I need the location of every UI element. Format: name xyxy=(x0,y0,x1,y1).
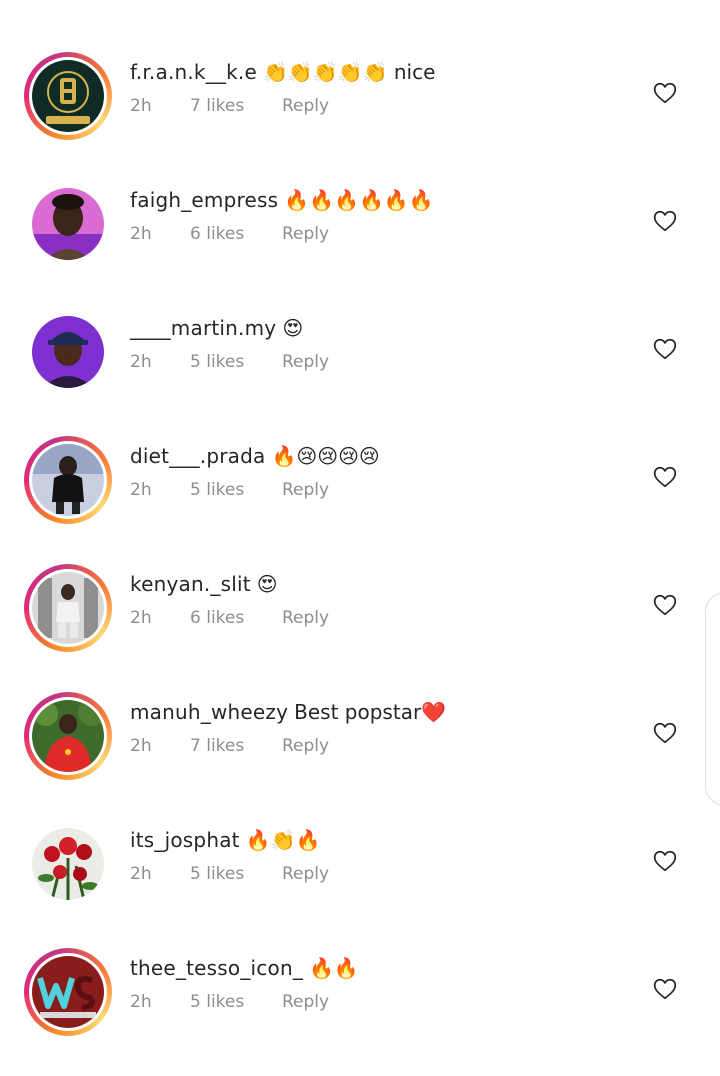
comment-time: 2h xyxy=(130,480,152,500)
comment-username[interactable]: its_josphat xyxy=(130,828,240,852)
person-avatar-image xyxy=(32,444,104,516)
reply-button[interactable]: Reply xyxy=(282,350,329,374)
reply-button[interactable]: Reply xyxy=(282,606,329,630)
reply-button[interactable]: Reply xyxy=(282,222,329,246)
heart-outline-icon[interactable] xyxy=(652,208,678,234)
ws-logo-avatar-image xyxy=(32,956,104,1028)
comment-item: kenyan._slit 😍 2h 6 likes Reply xyxy=(0,564,720,692)
comment-item: ____martin.my 😍 2h 5 likes Reply xyxy=(0,308,720,436)
heart-outline-icon[interactable] xyxy=(652,464,678,490)
avatar[interactable] xyxy=(24,436,112,524)
heart-outline-icon[interactable] xyxy=(652,848,678,874)
reply-button[interactable]: Reply xyxy=(282,734,329,758)
edge-panel-handle[interactable] xyxy=(705,592,720,806)
comment-username[interactable]: faigh_empress xyxy=(130,188,278,212)
comment-time: 2h xyxy=(130,864,152,884)
avatar[interactable] xyxy=(24,308,112,396)
comment-username[interactable]: f.r.a.n.k__k.e xyxy=(130,60,257,84)
comment-username[interactable]: manuh_wheezy xyxy=(130,700,288,724)
avatar[interactable] xyxy=(24,948,112,1036)
comment-item: f.r.a.n.k__k.e 👏👏👏👏👏 nice 2h 7 likes Reply xyxy=(0,52,720,180)
comment-likes[interactable]: 7 likes xyxy=(190,94,282,118)
avatar[interactable] xyxy=(24,52,112,140)
comment-likes[interactable]: 5 likes xyxy=(190,350,282,374)
reply-button[interactable]: Reply xyxy=(282,94,329,118)
avatar[interactable] xyxy=(24,820,112,908)
avatar[interactable] xyxy=(24,692,112,780)
person-avatar-image xyxy=(32,572,104,644)
person-avatar-image xyxy=(32,188,104,260)
comment-likes[interactable]: 6 likes xyxy=(190,222,282,246)
comment-text: 🔥😢😢😢😢 xyxy=(271,444,380,468)
comment-text: 😍 xyxy=(282,316,304,340)
comment-time: 2h xyxy=(130,736,152,756)
comment-time: 2h xyxy=(130,224,152,244)
comment-item: manuh_wheezy Best popstar❤️ 2h 7 likes Repl… xyxy=(0,692,720,820)
comment-time: 2h xyxy=(130,352,152,372)
comment-time: 2h xyxy=(130,96,152,116)
heart-outline-icon[interactable] xyxy=(652,592,678,618)
comment-text: Best popstar❤️ xyxy=(294,700,447,724)
comment-text: 🔥🔥 xyxy=(309,956,359,980)
comment-username[interactable]: diet___.prada xyxy=(130,444,265,468)
comment-time: 2h xyxy=(130,992,152,1012)
comment-likes[interactable]: 7 likes xyxy=(190,734,282,758)
comment-username[interactable]: ____martin.my xyxy=(130,316,276,340)
avatar[interactable] xyxy=(24,564,112,652)
comment-likes[interactable]: 6 likes xyxy=(190,606,282,630)
reply-button[interactable]: Reply xyxy=(282,990,329,1014)
flowers-avatar-image xyxy=(32,828,104,900)
comment-text: 👏👏👏👏👏 nice xyxy=(262,60,436,84)
reply-button[interactable]: Reply xyxy=(282,478,329,502)
heart-outline-icon[interactable] xyxy=(652,720,678,746)
reply-button[interactable]: Reply xyxy=(282,862,329,886)
avatar[interactable] xyxy=(24,180,112,268)
comment-item: diet___.prada 🔥😢😢😢😢 2h 5 likes Reply xyxy=(0,436,720,564)
person-avatar-image xyxy=(32,316,104,388)
comment-likes[interactable]: 5 likes xyxy=(190,990,282,1014)
comment-item: faigh_empress 🔥🔥🔥🔥🔥🔥 2h 6 likes Reply xyxy=(0,180,720,308)
heart-outline-icon[interactable] xyxy=(652,336,678,362)
comment-username[interactable]: kenyan._slit xyxy=(130,572,251,596)
comment-text: 😍 xyxy=(256,572,278,596)
comment-time: 2h xyxy=(130,608,152,628)
comment-item: thee_tesso_icon_ 🔥🔥 2h 5 likes Reply xyxy=(0,948,720,1076)
comment-likes[interactable]: 5 likes xyxy=(190,478,282,502)
heart-outline-icon[interactable] xyxy=(652,80,678,106)
heart-outline-icon[interactable] xyxy=(652,976,678,1002)
comment-text: 🔥👏🔥 xyxy=(245,828,321,852)
comment-likes[interactable]: 5 likes xyxy=(190,862,282,886)
comment-item: its_josphat 🔥👏🔥 2h 5 likes Reply xyxy=(0,820,720,948)
comment-username[interactable]: thee_tesso_icon_ xyxy=(130,956,303,980)
comment-text: 🔥🔥🔥🔥🔥🔥 xyxy=(284,188,434,212)
brand-logo-avatar-image xyxy=(32,60,104,132)
person-avatar-image xyxy=(32,700,104,772)
